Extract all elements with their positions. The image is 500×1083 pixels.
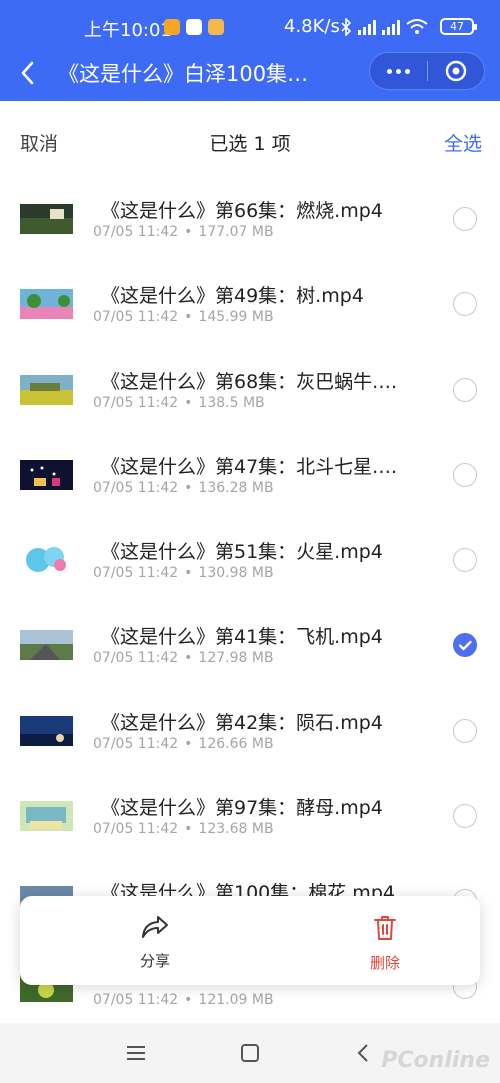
file-meta: 07/05 11:42 • 126.66 MB — [93, 735, 274, 752]
action-panel: 分享 删除 — [20, 896, 480, 985]
file-meta: 07/05 11:42 • 177.07 MB — [93, 224, 274, 240]
battery-icon: 47 — [440, 18, 477, 35]
signal-icon — [382, 19, 400, 35]
watermark: PConline — [381, 1048, 490, 1073]
screen: 上午10:01 4.8K/s 47 《这是什么》白泽100集… 取消 已选 1 … — [0, 0, 500, 1083]
trash-icon — [374, 916, 396, 940]
file-size: 177.07 MB — [198, 224, 274, 240]
file-name: 《这是什么》第97集：酵母.mp4 — [101, 797, 383, 820]
list-item[interactable]: 《这是什么》第49集：树.mp4 07/05 11:42 • 145.99 MB — [0, 260, 500, 345]
file-date: 07/05 11:42 — [93, 309, 179, 326]
app-notification-icon — [164, 19, 180, 35]
file-name: 《这是什么》第47集：北斗七星.… — [101, 455, 398, 478]
file-size: 136.28 MB — [198, 479, 274, 496]
wifi-icon — [406, 19, 428, 34]
list-item[interactable]: 《这是什么》第68集：灰巴蜗牛.… 07/05 11:42 • 138.5 MB — [0, 346, 500, 431]
video-thumbnail — [20, 545, 73, 576]
list-item[interactable]: 《这是什么》第47集：北斗七星.… 07/05 11:42 • 136.28 MB — [0, 431, 500, 516]
file-date: 07/05 11:42 — [93, 735, 179, 752]
share-button[interactable]: 分享 — [110, 914, 200, 971]
select-checkbox[interactable] — [453, 377, 477, 402]
video-thumbnail — [20, 630, 73, 661]
share-icon — [142, 916, 168, 938]
list-item[interactable]: 《这是什么》第97集：酵母.mp4 07/05 11:42 • 123.68 MB — [0, 772, 500, 857]
nav-bar: 《这是什么》白泽100集… — [0, 52, 500, 101]
app-notification-icon — [208, 19, 224, 35]
video-thumbnail — [20, 801, 73, 832]
page-title: 《这是什么》白泽100集… — [58, 62, 309, 86]
file-size: 130.98 MB — [198, 565, 274, 582]
file-size: 126.66 MB — [198, 735, 274, 752]
system-navigation-bar: PConline — [0, 1023, 500, 1083]
home-icon[interactable] — [238, 1041, 262, 1065]
file-meta: 07/05 11:42 • 138.5 MB — [93, 394, 265, 411]
delete-label: 删除 — [369, 954, 400, 972]
file-size: 121.09 MB — [198, 991, 274, 1008]
select-checkbox[interactable] — [453, 804, 477, 829]
file-meta: 07/05 11:42 • 121.09 MB — [93, 991, 274, 1008]
notification-icons — [164, 19, 224, 35]
select-checkbox[interactable] — [453, 207, 477, 231]
video-thumbnail — [20, 204, 73, 234]
file-date: 07/05 11:42 — [93, 565, 179, 582]
file-meta: 07/05 11:42 • 136.28 MB — [93, 479, 274, 496]
back-icon[interactable] — [352, 1041, 376, 1065]
status-time: 上午10:01 — [84, 20, 172, 41]
select-checkbox[interactable] — [453, 462, 477, 487]
file-name: 《这是什么》第66集：燃烧.mp4 — [101, 200, 383, 222]
share-label: 分享 — [139, 952, 170, 970]
video-thumbnail — [20, 715, 73, 746]
cancel-button[interactable]: 取消 — [20, 129, 58, 156]
file-date: 07/05 11:42 — [93, 394, 179, 411]
file-meta: 07/05 11:42 • 127.98 MB — [93, 650, 274, 667]
target-close-icon — [445, 60, 467, 82]
file-name: 《这是什么》第68集：灰巴蜗牛.… — [101, 370, 398, 393]
select-checkbox[interactable] — [453, 292, 477, 317]
list-item[interactable]: 《这是什么》第42集：陨石.mp4 07/05 11:42 • 126.66 MB — [0, 687, 500, 772]
select-all-button[interactable]: 全选 — [444, 129, 482, 156]
file-name: 《这是什么》第41集：飞机.mp4 — [101, 626, 383, 649]
file-date: 07/05 11:42 — [93, 821, 179, 838]
select-checkbox-checked[interactable] — [453, 633, 477, 658]
app-notification-icon — [186, 19, 202, 35]
list-item[interactable]: 《这是什么》第51集：火星.mp4 07/05 11:42 • 130.98 MB — [0, 516, 500, 601]
selected-count: 已选 1 项 — [209, 133, 291, 155]
select-checkbox[interactable] — [453, 548, 477, 573]
file-date: 07/05 11:42 — [93, 650, 179, 667]
signal-icon — [358, 19, 376, 35]
file-name: 《这是什么》第49集：树.mp4 — [101, 285, 364, 308]
list-item[interactable]: 《这是什么》第66集：燃烧.mp4 07/05 11:42 • 177.07 MB — [0, 175, 500, 260]
video-thumbnail — [20, 289, 73, 320]
system-icons — [340, 18, 428, 36]
list-item[interactable]: 《这是什么》第41集：飞机.mp4 07/05 11:42 • 127.98 MB — [0, 601, 500, 686]
file-size: 138.5 MB — [198, 394, 265, 411]
bluetooth-icon — [341, 18, 352, 36]
file-size: 145.99 MB — [198, 309, 274, 326]
network-speed: 4.8K/s — [284, 16, 340, 37]
file-date: 07/05 11:42 — [93, 479, 179, 496]
delete-button[interactable]: 删除 — [340, 914, 430, 973]
file-size: 127.98 MB — [198, 650, 274, 667]
mini-program-capsule — [369, 52, 485, 90]
file-size: 123.68 MB — [198, 821, 274, 838]
file-meta: 07/05 11:42 • 130.98 MB — [93, 565, 274, 582]
close-mini-program-button[interactable] — [428, 53, 484, 89]
file-meta: 07/05 11:42 • 145.99 MB — [93, 309, 274, 326]
more-menu-button[interactable] — [370, 53, 427, 89]
selection-bar: 取消 已选 1 项 全选 — [0, 101, 500, 181]
menu-icon[interactable] — [124, 1041, 148, 1065]
file-meta: 07/05 11:42 • 123.68 MB — [93, 821, 274, 838]
file-date: 07/05 11:42 — [93, 991, 179, 1008]
select-checkbox[interactable] — [453, 718, 477, 743]
file-name: 《这是什么》第42集：陨石.mp4 — [101, 711, 383, 734]
back-arrow-icon[interactable] — [16, 58, 40, 88]
file-date: 07/05 11:42 — [93, 224, 179, 240]
file-name: 《这是什么》第51集：火星.mp4 — [101, 541, 383, 564]
status-bar: 上午10:01 4.8K/s 47 — [0, 0, 500, 52]
top-bar: 上午10:01 4.8K/s 47 《这是什么》白泽100集… — [0, 0, 500, 101]
checkmark-icon — [458, 641, 472, 651]
video-thumbnail — [20, 374, 73, 405]
video-thumbnail — [20, 459, 73, 490]
